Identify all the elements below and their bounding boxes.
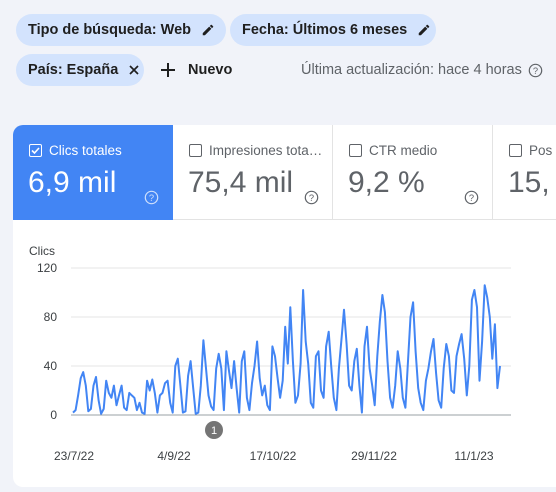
performance-card: Clics totales 6,9 mil ? Impresiones tota… [13, 125, 556, 487]
metric-value: 15, [508, 166, 550, 199]
checkbox-icon[interactable] [349, 144, 362, 157]
new-filter-label: Nuevo [188, 62, 233, 78]
metric-label-row: Pos [509, 143, 552, 158]
metric-value: 6,9 mil [28, 166, 117, 199]
help-icon[interactable]: ? [304, 190, 319, 205]
x-tick-label: 11/1/23 [454, 449, 493, 463]
metric-tab-position[interactable]: Pos 15, [493, 125, 556, 220]
edit-icon [417, 23, 431, 37]
metric-label-row: Clics totales [29, 143, 122, 158]
x-tick-label: 29/11/22 [351, 449, 397, 463]
x-tick-label: 17/10/22 [250, 449, 297, 463]
svg-text:?: ? [149, 193, 154, 203]
metric-tab-impressions[interactable]: Impresiones tota… 75,4 mil ? [173, 125, 333, 220]
last-update-label: Última actualización: hace 4 horas [301, 62, 522, 78]
help-icon[interactable]: ? [144, 190, 159, 205]
close-icon[interactable] [128, 64, 140, 76]
metric-label: Impresiones tota… [209, 143, 323, 158]
y-axis-label: Clics [29, 244, 55, 258]
metric-value: 75,4 mil [188, 166, 294, 199]
search-type-chip-label: Tipo de búsqueda: Web [28, 22, 191, 38]
metric-label: Pos [529, 143, 553, 158]
help-icon[interactable]: ? [528, 63, 543, 78]
clicks-line-chart: Clics 0 40 80 120 23/7/22 4/9/22 17/10/22 29/1… [29, 244, 511, 463]
annotation-marker-label: 1 [211, 425, 217, 437]
metric-label: Clics totales [49, 143, 122, 158]
country-chip-label: País: España [28, 62, 119, 78]
metric-value: 9,2 % [348, 166, 425, 199]
help-icon[interactable]: ? [464, 190, 479, 205]
edit-icon [201, 23, 215, 37]
annotation-marker[interactable]: 1 [205, 421, 223, 439]
plus-icon [160, 62, 176, 78]
country-chip[interactable]: País: España [16, 54, 144, 86]
svg-text:?: ? [469, 193, 474, 203]
metric-label-row: CTR medio [349, 143, 437, 158]
last-update-text: Última actualización: hace 4 horas ? [301, 62, 543, 78]
checkbox-icon[interactable] [189, 144, 202, 157]
search-type-chip[interactable]: Tipo de búsqueda: Web [16, 14, 226, 46]
svg-text:?: ? [533, 65, 538, 75]
y-tick-label: 0 [50, 408, 57, 422]
metric-label: CTR medio [369, 143, 438, 158]
checkbox-icon[interactable] [509, 144, 522, 157]
date-chip[interactable]: Fecha: Últimos 6 meses [230, 14, 436, 46]
metric-tab-clicks[interactable]: Clics totales 6,9 mil ? [13, 125, 173, 220]
x-tick-label: 4/9/22 [157, 449, 191, 463]
y-tick-label: 80 [44, 310, 58, 324]
x-tick-label: 23/7/22 [54, 449, 94, 463]
metric-label-row: Impresiones tota… [189, 143, 322, 158]
metric-tab-ctr[interactable]: CTR medio 9,2 % ? [333, 125, 493, 220]
checkbox-checked-icon[interactable] [29, 144, 42, 157]
metric-tabs: Clics totales 6,9 mil ? Impresiones tota… [13, 125, 556, 220]
series-line-clicks [72, 284, 501, 415]
new-filter-button[interactable]: Nuevo [160, 54, 232, 86]
date-chip-label: Fecha: Últimos 6 meses [242, 22, 408, 38]
y-tick-label: 120 [37, 261, 57, 275]
svg-text:?: ? [309, 193, 314, 203]
y-tick-label: 40 [44, 359, 58, 373]
